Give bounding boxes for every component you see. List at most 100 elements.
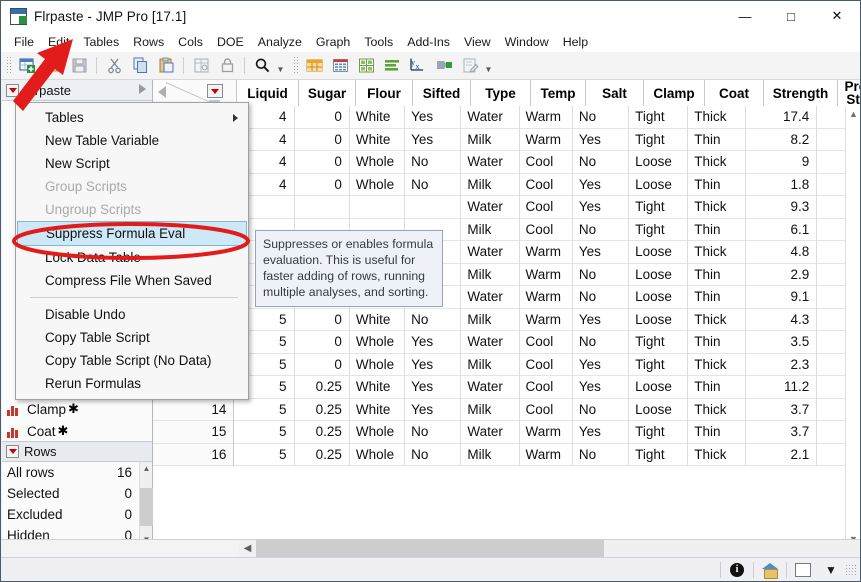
- table-cell[interactable]: Yes: [405, 354, 461, 377]
- column-header-temp[interactable]: Temp: [531, 80, 586, 106]
- table-cell[interactable]: 0: [295, 354, 350, 377]
- home-icon[interactable]: [758, 560, 782, 580]
- table-cell[interactable]: Loose: [629, 376, 688, 399]
- table-cell[interactable]: Tight: [629, 219, 688, 242]
- table-row[interactable]: WaterCoolYesTightThick9.3: [153, 196, 860, 219]
- minimize-button[interactable]: —: [722, 1, 768, 31]
- table-cell[interactable]: Yes: [573, 376, 629, 399]
- table-cell[interactable]: Warm: [520, 286, 573, 309]
- table-cell[interactable]: No: [573, 219, 629, 242]
- toolbar-overflow-1[interactable]: ▼: [275, 55, 286, 77]
- table-cell[interactable]: Yes: [405, 331, 461, 354]
- table-cell[interactable]: Warm: [520, 421, 573, 444]
- table-cell[interactable]: Loose: [629, 151, 688, 174]
- bar-chart-icon[interactable]: [381, 55, 403, 77]
- table-row[interactable]: 1450.25WhiteYesMilkCoolNoLooseThick3.7: [153, 399, 860, 422]
- window-list-icon[interactable]: [791, 560, 815, 580]
- table-cell[interactable]: Thick: [688, 444, 745, 467]
- table-cell[interactable]: Thin: [688, 129, 745, 152]
- table-cell[interactable]: No: [573, 106, 629, 129]
- table-vertical-scrollbar[interactable]: ▲ ▼: [845, 106, 860, 546]
- table-cell[interactable]: Cool: [520, 196, 573, 219]
- table-cell[interactable]: No: [573, 444, 629, 467]
- table-cell[interactable]: Warm: [520, 106, 573, 129]
- table-cell[interactable]: Loose: [629, 399, 688, 422]
- menu-edit[interactable]: Edit: [41, 33, 76, 51]
- table-cell[interactable]: Thin: [688, 376, 745, 399]
- table-cell[interactable]: White: [350, 399, 405, 422]
- table-cell[interactable]: Milk: [461, 399, 519, 422]
- table-cell[interactable]: Yes: [573, 354, 629, 377]
- table-cell[interactable]: No: [405, 174, 461, 197]
- lock-icon[interactable]: [216, 55, 238, 77]
- table-cell[interactable]: 17.4: [746, 106, 818, 129]
- table-row[interactable]: 50WholeYesMilkCoolYesTightThick2.3: [153, 354, 860, 377]
- table-cell[interactable]: Water: [461, 241, 519, 264]
- script-editor-icon[interactable]: [459, 55, 481, 77]
- paste-icon[interactable]: [155, 55, 177, 77]
- table-cell[interactable]: White: [350, 129, 405, 152]
- table-cell[interactable]: 2.9: [746, 264, 818, 287]
- cut-icon[interactable]: [103, 55, 125, 77]
- table-cell[interactable]: 6.1: [746, 219, 818, 242]
- table-cell[interactable]: No: [573, 399, 629, 422]
- subset-icon[interactable]: [190, 55, 212, 77]
- table-cell[interactable]: Warm: [520, 241, 573, 264]
- toolbar-grip-1[interactable]: [5, 57, 12, 75]
- table-cell[interactable]: 5: [234, 444, 294, 467]
- table-cell[interactable]: Tight: [629, 196, 688, 219]
- red-triangle-menu-icon[interactable]: [6, 445, 19, 458]
- table-cell[interactable]: Loose: [629, 264, 688, 287]
- search-icon[interactable]: [251, 55, 273, 77]
- table-cell[interactable]: No: [405, 421, 461, 444]
- table-cell[interactable]: 0.25: [295, 444, 350, 467]
- table-cell[interactable]: Yes: [573, 129, 629, 152]
- table-cell[interactable]: Milk: [461, 354, 519, 377]
- table-cell[interactable]: Yes: [573, 196, 629, 219]
- menu-rows[interactable]: Rows: [126, 33, 171, 51]
- table-cell[interactable]: 3.5: [746, 331, 818, 354]
- table-cell[interactable]: Cool: [520, 151, 573, 174]
- table-cell[interactable]: 0.25: [295, 421, 350, 444]
- panel-expand-arrow-icon[interactable]: [139, 84, 146, 94]
- close-button[interactable]: ✕: [814, 1, 860, 31]
- table-cell[interactable]: Yes: [573, 241, 629, 264]
- table-cell[interactable]: 0: [295, 309, 350, 332]
- table-cell[interactable]: [350, 196, 405, 219]
- table-cell[interactable]: Cool: [520, 331, 573, 354]
- table-cell[interactable]: Yes: [573, 309, 629, 332]
- menu-item-disable-undo[interactable]: Disable Undo: [16, 303, 248, 326]
- column-header-coat[interactable]: Coat: [705, 80, 764, 106]
- table-cell[interactable]: 0.25: [295, 399, 350, 422]
- table-row[interactable]: 50WhiteNoMilkWarmYesLooseThick4.3: [153, 309, 860, 332]
- table-cell[interactable]: Yes: [405, 129, 461, 152]
- table-cell[interactable]: Yes: [573, 421, 629, 444]
- fit-y-by-x-icon[interactable]: [355, 55, 377, 77]
- table-cell[interactable]: Water: [461, 106, 519, 129]
- maximize-button[interactable]: □: [768, 1, 814, 31]
- graph-builder-icon[interactable]: [433, 55, 455, 77]
- table-cell[interactable]: Water: [461, 286, 519, 309]
- table-row[interactable]: 40WholeNoWaterCoolNoLooseThick9: [153, 151, 860, 174]
- table-cell[interactable]: Thick: [688, 196, 745, 219]
- table-cell[interactable]: Loose: [629, 286, 688, 309]
- red-triangle-menu-icon[interactable]: [6, 84, 19, 97]
- table-cell[interactable]: Yes: [573, 174, 629, 197]
- column-header-sifted[interactable]: Sifted: [413, 80, 471, 106]
- column-item-coat[interactable]: Coat ✱: [2, 420, 152, 442]
- table-cell[interactable]: 8.2: [746, 129, 818, 152]
- distribution-icon[interactable]: [303, 55, 325, 77]
- table-cell[interactable]: 4.8: [746, 241, 818, 264]
- table-cell[interactable]: Warm: [520, 444, 573, 467]
- table-cell[interactable]: No: [573, 286, 629, 309]
- resize-grip-icon[interactable]: [845, 564, 857, 576]
- table-cell[interactable]: 2.3: [746, 354, 818, 377]
- table-cell[interactable]: 11.2: [746, 376, 818, 399]
- menu-item-compress-file-when-saved[interactable]: Compress File When Saved: [16, 269, 248, 292]
- menu-item-lock-data-table[interactable]: Lock Data Table: [16, 246, 248, 269]
- table-cell[interactable]: Warm: [520, 309, 573, 332]
- table-cell[interactable]: Cool: [520, 219, 573, 242]
- horizontal-scrollbar-track[interactable]: [256, 540, 860, 557]
- table-cell[interactable]: Thin: [688, 264, 745, 287]
- rows-stat-all[interactable]: All rows 16: [2, 462, 152, 483]
